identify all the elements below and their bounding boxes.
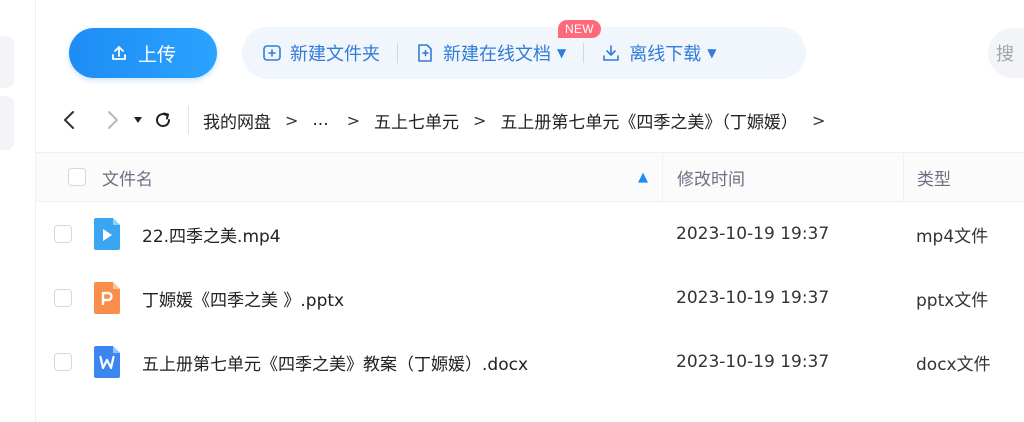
column-label-type: 类型: [917, 169, 951, 190]
column-header-name[interactable]: 文件名 ▲: [36, 152, 662, 202]
row-checkbox[interactable]: [54, 289, 72, 307]
new-online-doc-button[interactable]: 新建在线文档 ▼: [415, 27, 566, 79]
chevron-right-icon: >: [473, 110, 487, 130]
search-input[interactable]: 搜: [988, 28, 1024, 78]
file-name: 22.四季之美.mp4: [142, 226, 281, 247]
left-rail-tab[interactable]: [0, 36, 14, 88]
file-name-cell: 丁嫄媛《四季之美 》.pptx: [36, 266, 662, 330]
table-row[interactable]: 五上册第七单元《四季之美》教案（丁嫄媛）.docx 2023-10-19 19:…: [36, 330, 1024, 394]
modified-cell: 2023-10-19 19:37: [676, 352, 830, 372]
docx-file-icon: [94, 346, 120, 378]
row-checkbox[interactable]: [54, 225, 72, 243]
breadcrumb-item-ellipsis[interactable]: ...: [312, 110, 328, 130]
forward-arrow-icon[interactable]: [100, 107, 126, 133]
chevron-down-icon: ▼: [707, 46, 717, 60]
new-badge: NEW: [558, 20, 601, 38]
offline-download-button[interactable]: 离线下载 ▼: [601, 27, 716, 79]
new-doc-icon: [418, 44, 432, 62]
action-bar: 新建文件夹 新建在线文档 ▼ 离线下载 ▼: [242, 27, 806, 79]
refresh-icon[interactable]: [150, 107, 176, 133]
pptx-file-icon: [94, 282, 120, 314]
column-header-type[interactable]: 类型: [903, 152, 1024, 202]
search-placeholder: 搜: [996, 44, 1014, 65]
column-label-modified: 修改时间: [677, 169, 745, 190]
breadcrumb-item-root[interactable]: 我的网盘: [203, 108, 271, 133]
column-header-modified[interactable]: 修改时间: [662, 152, 903, 202]
new-folder-label: 新建文件夹: [290, 44, 380, 65]
table-row[interactable]: 丁嫄媛《四季之美 》.pptx 2023-10-19 19:37 pptx文件: [36, 266, 1024, 330]
divider: [583, 43, 585, 63]
upload-button[interactable]: 上传: [69, 28, 217, 78]
offline-download-label: 离线下载: [629, 44, 702, 65]
column-label-name: 文件名: [102, 169, 153, 190]
left-rail: [0, 0, 36, 422]
new-folder-icon: [263, 45, 281, 61]
breadcrumb: 我的网盘 > ... > 五上七单元 > 五上册第七单元《四季之美》（丁嫄媛） …: [203, 108, 839, 133]
new-online-doc-label: 新建在线文档: [443, 44, 551, 65]
table-row[interactable]: 22.四季之美.mp4 2023-10-19 19:37 mp4文件: [36, 202, 1024, 266]
file-name-cell: 22.四季之美.mp4: [36, 202, 662, 266]
history-dropdown-icon[interactable]: [130, 107, 146, 133]
modified-cell: 2023-10-19 19:37: [676, 224, 830, 244]
modified-cell: 2023-10-19 19:37: [676, 288, 830, 308]
breadcrumb-item-current: 五上册第七单元《四季之美》（丁嫄媛）: [500, 112, 798, 133]
toolbar: 上传 新建文件夹 新建在线文档 ▼ 离线下载 ▼ NEW 搜: [36, 0, 1024, 90]
navigation-bar: 我的网盘 > ... > 五上七单元 > 五上册第七单元《四季之美》（丁嫄媛） …: [36, 90, 1024, 150]
file-name-cell: 五上册第七单元《四季之美》教案（丁嫄媛）.docx: [36, 330, 662, 394]
select-all-checkbox[interactable]: [68, 168, 86, 186]
chevron-right-icon: >: [346, 110, 361, 130]
upload-icon: [112, 46, 126, 60]
back-arrow-icon[interactable]: [56, 107, 82, 133]
divider: [397, 43, 398, 63]
new-folder-button[interactable]: 新建文件夹: [262, 27, 380, 79]
breadcrumb-item[interactable]: 五上七单元: [374, 108, 459, 133]
type-cell: pptx文件: [916, 290, 989, 311]
sort-ascending-icon[interactable]: ▲: [638, 170, 648, 185]
chevron-right-icon: >: [285, 110, 299, 130]
table-header: 文件名 ▲ 修改时间 类型: [36, 152, 1024, 202]
row-checkbox[interactable]: [54, 353, 72, 371]
download-icon: [603, 45, 620, 61]
file-name: 丁嫄媛《四季之美 》.pptx: [142, 290, 345, 311]
upload-label: 上传: [137, 43, 176, 66]
video-file-icon: [94, 218, 120, 250]
left-rail-tab[interactable]: [0, 96, 14, 150]
type-cell: mp4文件: [916, 226, 989, 247]
chevron-down-icon: ▼: [557, 46, 567, 60]
chevron-right-icon[interactable]: >: [812, 111, 825, 130]
file-name: 五上册第七单元《四季之美》教案（丁嫄媛）.docx: [142, 354, 529, 375]
file-table: 文件名 ▲ 修改时间 类型 22.四季之美.mp4 2023-10-19 19:…: [36, 152, 1024, 394]
divider: [188, 106, 189, 134]
type-cell: docx文件: [916, 354, 991, 375]
